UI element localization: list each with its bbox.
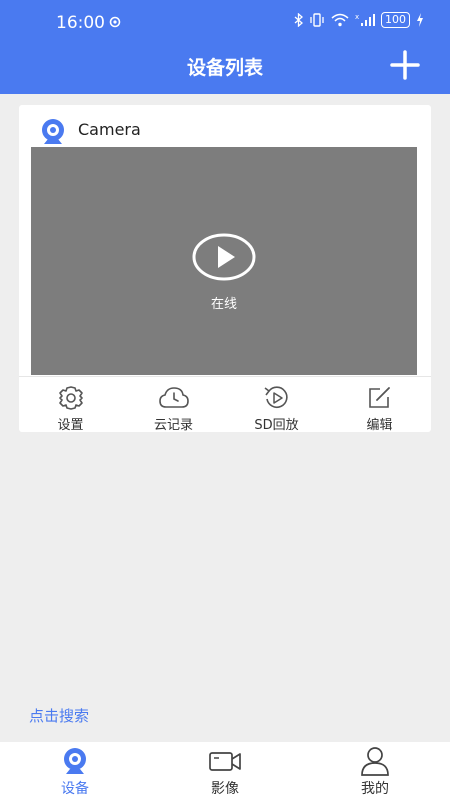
search-link[interactable]: 点击搜索: [29, 705, 89, 726]
device-actions: 设置 云记录 SD回放 编辑: [19, 376, 431, 433]
vibrate-icon: [310, 13, 324, 27]
edit-button[interactable]: 编辑: [328, 377, 431, 433]
video-preview[interactable]: 在线: [31, 147, 417, 375]
camera-icon: [42, 119, 64, 144]
tab-label: 影像: [211, 781, 239, 797]
gear-icon: [58, 386, 83, 410]
edit-icon: [368, 387, 390, 408]
tab-label: 我的: [361, 781, 389, 797]
status-icons: x 100: [294, 12, 424, 28]
play-button[interactable]: [191, 232, 257, 282]
device-status: 在线: [210, 297, 237, 312]
tab-label: 设备: [61, 781, 89, 797]
action-label: 设置: [57, 418, 84, 433]
replay-icon: [264, 386, 288, 408]
app-header: 16:00 x 100 设备列表: [0, 0, 450, 94]
tab-profile[interactable]: 我的: [300, 742, 450, 800]
cloud-clock-icon: [158, 387, 189, 408]
wifi-icon: [331, 13, 349, 27]
battery-indicator: 100: [381, 12, 410, 28]
device-card: Camera 在线 设置 云记录 SD回放 编辑: [19, 105, 431, 433]
bluetooth-icon: [294, 13, 303, 27]
cloud-record-button[interactable]: 云记录: [122, 377, 225, 433]
tab-devices[interactable]: 设备: [0, 742, 150, 800]
status-time: 16:00: [56, 13, 105, 33]
svg-text:x: x: [355, 13, 359, 21]
action-label: 云记录: [153, 418, 193, 433]
sd-playback-button[interactable]: SD回放: [225, 377, 328, 433]
action-label: SD回放: [254, 418, 299, 433]
action-label: 编辑: [366, 418, 393, 433]
add-device-button[interactable]: [388, 48, 422, 82]
bottom-tab-bar: 设备 影像 我的: [0, 742, 450, 800]
signal-icon: x: [355, 13, 375, 26]
video-icon: [209, 752, 241, 771]
user-icon: [361, 747, 389, 776]
status-bar: 16:00 x 100: [0, 0, 450, 44]
charging-icon: [417, 13, 423, 27]
settings-button[interactable]: 设置: [19, 377, 122, 433]
device-name: Camera: [78, 120, 141, 139]
page-title: 设备列表: [186, 57, 263, 79]
tab-media[interactable]: 影像: [150, 742, 300, 800]
camera-icon: [64, 748, 86, 774]
notification-icon: [109, 16, 121, 28]
